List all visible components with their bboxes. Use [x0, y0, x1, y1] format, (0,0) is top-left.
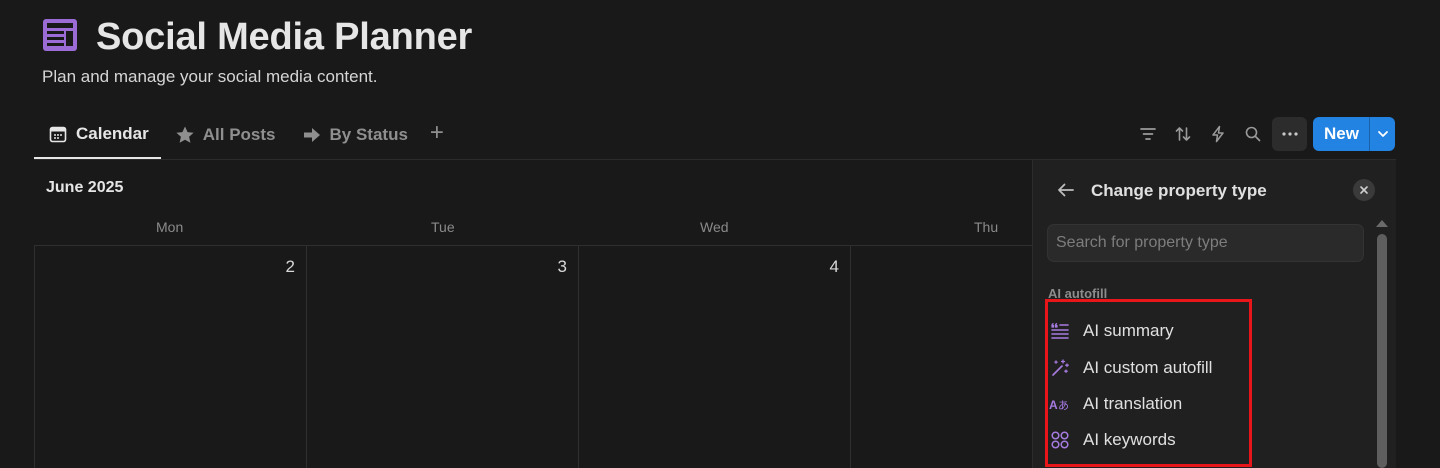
- chevron-down-icon: [1377, 131, 1388, 137]
- lightning-icon[interactable]: [1200, 117, 1235, 151]
- calendar-grid-line: [578, 245, 579, 468]
- new-button[interactable]: New: [1313, 117, 1369, 151]
- tab-calendar[interactable]: Calendar: [34, 118, 161, 159]
- panel-scrollbar[interactable]: [1376, 220, 1388, 468]
- calendar-day-cell[interactable]: 4: [809, 257, 839, 277]
- new-dropdown-button[interactable]: [1369, 117, 1395, 151]
- filter-icon[interactable]: [1130, 117, 1165, 151]
- weekday-label: Wed: [700, 219, 729, 235]
- page-description: Plan and manage your social media conten…: [42, 67, 378, 86]
- close-icon[interactable]: [1353, 179, 1375, 201]
- calendar-icon: [48, 124, 68, 144]
- calendar-grid-line: [34, 245, 35, 468]
- weekday-label: Thu: [974, 219, 999, 235]
- back-arrow-icon[interactable]: [1055, 179, 1077, 201]
- view-toolbar: New: [1130, 117, 1395, 151]
- weekday-label: Tue: [431, 219, 455, 235]
- view-tabs: Calendar All Posts By Status +: [34, 118, 454, 160]
- calendar-grid-line: [850, 245, 851, 468]
- tab-label: All Posts: [202, 125, 276, 144]
- tab-label: Calendar: [76, 124, 149, 143]
- scrollbar-thumb[interactable]: [1377, 234, 1387, 468]
- property-type-search-input[interactable]: [1048, 225, 1363, 261]
- calendar-grid-line: [306, 245, 307, 468]
- window-layout-icon: [42, 18, 78, 52]
- arrow-right-icon: [302, 125, 322, 145]
- add-view-button[interactable]: +: [420, 118, 454, 152]
- calendar-month: June 2025: [46, 179, 124, 196]
- star-icon: [175, 125, 195, 145]
- weekday-label: Mon: [156, 219, 184, 235]
- property-type-panel: Change property type AI autofill AI summ…: [1032, 160, 1396, 468]
- property-type-search: [1047, 224, 1364, 262]
- scroll-up-arrow-icon[interactable]: [1376, 220, 1388, 227]
- panel-title: Change property type: [1091, 181, 1267, 200]
- highlight-box: [1045, 299, 1252, 467]
- calendar-day-cell[interactable]: 2: [265, 257, 295, 277]
- sort-icon[interactable]: [1165, 117, 1200, 151]
- tab-label: By Status: [329, 125, 408, 144]
- tab-by-status[interactable]: By Status: [288, 118, 420, 152]
- search-icon[interactable]: [1235, 117, 1270, 151]
- calendar-day-cell[interactable]: 3: [537, 257, 567, 277]
- tab-all-posts[interactable]: All Posts: [161, 118, 288, 152]
- calendar-grid-top: [34, 245, 1032, 246]
- more-icon[interactable]: [1272, 117, 1308, 151]
- page-title: Social Media Planner: [96, 16, 473, 58]
- new-button-group: New: [1313, 117, 1395, 151]
